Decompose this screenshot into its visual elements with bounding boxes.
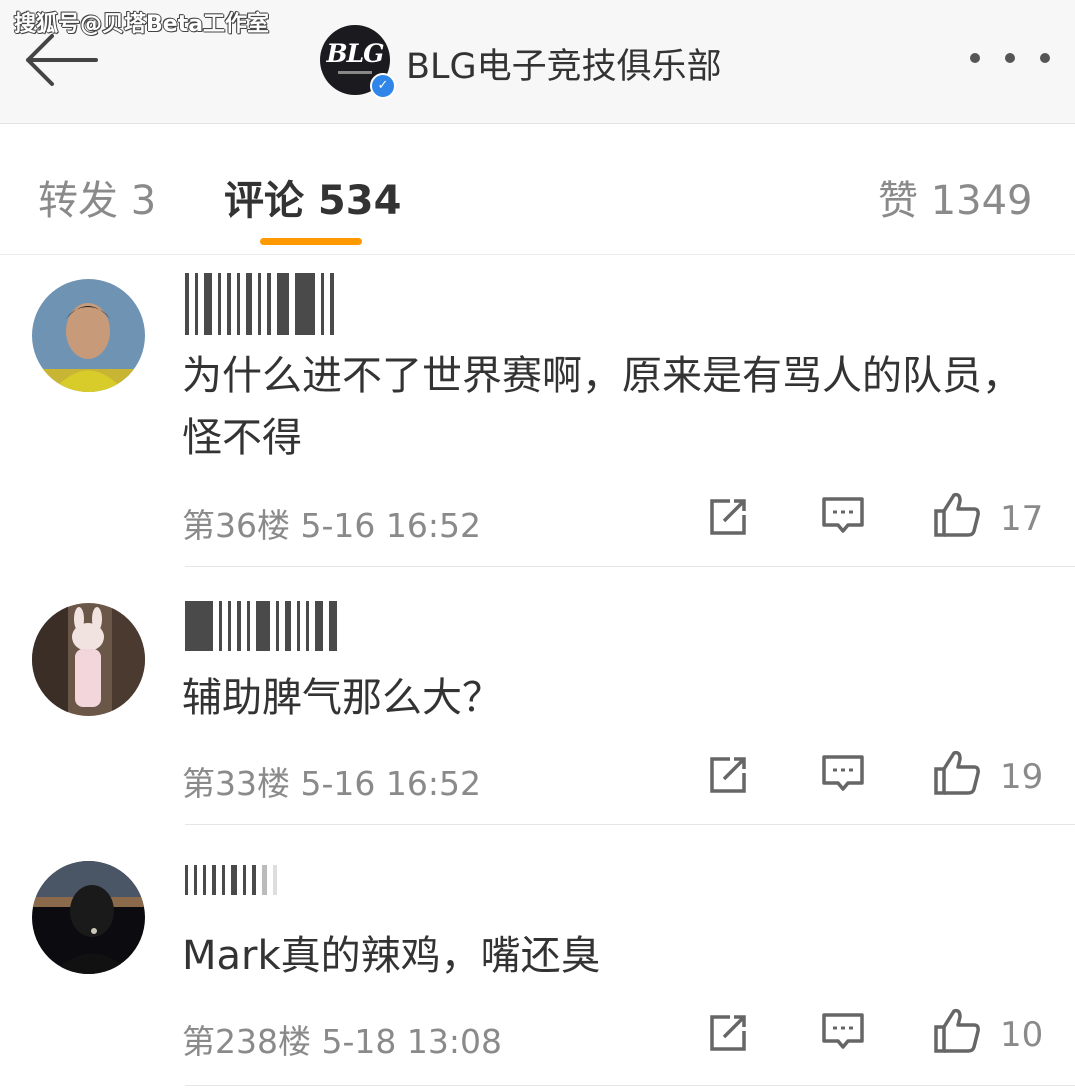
reply-button[interactable] xyxy=(820,1011,866,1059)
username-redacted[interactable] xyxy=(185,601,343,651)
floor-number: 第238楼 xyxy=(182,1022,311,1061)
username-redacted[interactable] xyxy=(185,865,283,895)
watermark: 搜狐号@贝塔Beta工作室 xyxy=(14,12,270,37)
comment-text: 辅助脾气那么大？ xyxy=(182,675,502,721)
more-icon xyxy=(1005,53,1015,63)
tab-like[interactable]: 赞 1349 xyxy=(878,168,1033,226)
like-count: 10 xyxy=(1000,1015,1044,1055)
comment-text: 为什么进不了世界赛啊，原来是有骂人的队员，怪不得 xyxy=(182,353,1022,461)
avatar-image xyxy=(32,279,145,392)
like-button[interactable] xyxy=(932,747,982,801)
thumbs-up-icon xyxy=(934,1008,980,1053)
more-button[interactable] xyxy=(970,40,1050,76)
comment-item: 辅助脾气那么大？ 第33楼 5-16 16:52 19 xyxy=(0,567,1075,825)
avatar[interactable] xyxy=(32,279,145,392)
comment-item: 为什么进不了世界赛啊，原来是有骂人的队员，怪不得 第36楼 5-16 16:52… xyxy=(0,255,1075,567)
tab-comment[interactable]: 评论 534 xyxy=(224,168,401,226)
share-icon xyxy=(710,1015,746,1051)
thumbs-up-icon xyxy=(934,492,980,537)
comment-time: 5-16 16:52 xyxy=(300,506,482,545)
more-icon xyxy=(970,53,980,63)
logo-decoration xyxy=(338,71,372,74)
tab-repost[interactable]: 转发 3 xyxy=(38,168,156,226)
comment-time: 5-18 13:08 xyxy=(321,1022,503,1061)
more-icon xyxy=(1040,53,1050,63)
share-icon xyxy=(710,499,746,535)
tab-bar: 转发 3 评论 534 赞 1349 xyxy=(0,124,1075,255)
share-icon xyxy=(710,757,746,793)
like-button[interactable] xyxy=(932,1005,982,1059)
club-logo-text: BLG xyxy=(326,39,384,68)
back-arrow-icon xyxy=(26,34,98,86)
floor-number: 第36楼 xyxy=(182,506,290,545)
reply-icon xyxy=(822,755,864,791)
page-title: BLG电子竞技俱乐部 xyxy=(406,47,722,87)
like-count: 19 xyxy=(1000,757,1044,797)
avatar-image xyxy=(32,861,145,974)
active-tab-indicator xyxy=(260,238,362,245)
username-redacted[interactable] xyxy=(185,273,340,335)
reply-button[interactable] xyxy=(820,495,866,543)
comment-meta: 第36楼 5-16 16:52 xyxy=(182,499,481,547)
divider xyxy=(185,1085,1075,1086)
comment-meta: 第238楼 5-18 13:08 xyxy=(182,1015,502,1063)
comment-item: Mark真的辣鸡，嘴还臭 第238楼 5-18 13:08 10 xyxy=(0,825,1075,1091)
avatar-image xyxy=(32,603,145,716)
comment-text: Mark真的辣鸡，嘴还臭 xyxy=(182,933,601,979)
avatar[interactable] xyxy=(32,861,145,974)
comment-time: 5-16 16:52 xyxy=(300,764,482,803)
club-avatar[interactable]: BLG ✓ xyxy=(320,25,396,99)
comment-meta: 第33楼 5-16 16:52 xyxy=(182,757,481,805)
share-button[interactable] xyxy=(706,753,750,801)
reply-button[interactable] xyxy=(820,753,866,801)
avatar[interactable] xyxy=(32,603,145,716)
share-button[interactable] xyxy=(706,1011,750,1059)
back-button[interactable] xyxy=(22,30,100,90)
reply-icon xyxy=(822,497,864,533)
like-count: 17 xyxy=(1000,499,1044,539)
thumbs-up-icon xyxy=(934,750,980,795)
like-button[interactable] xyxy=(932,489,982,543)
floor-number: 第33楼 xyxy=(182,764,290,803)
reply-icon xyxy=(822,1013,864,1049)
verified-icon: ✓ xyxy=(370,73,396,99)
share-button[interactable] xyxy=(706,495,750,543)
